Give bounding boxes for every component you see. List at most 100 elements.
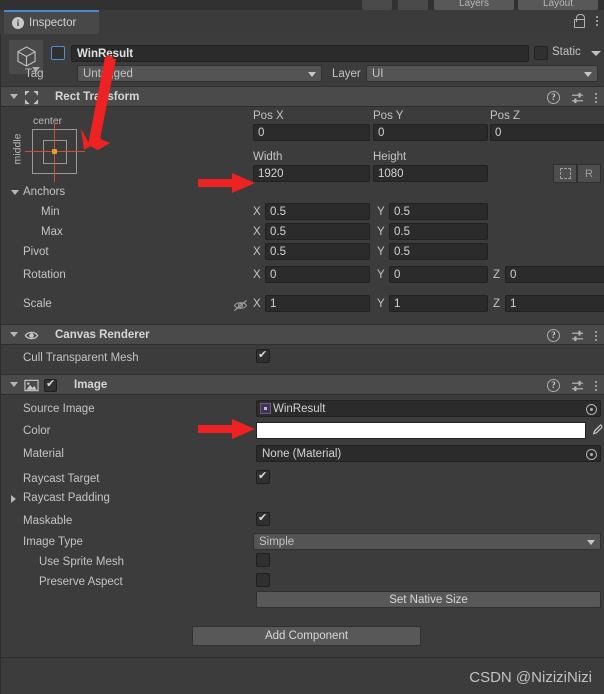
rotation-z-input[interactable]: 0 [505, 266, 604, 283]
image-enabled-checkbox[interactable]: ✔ [44, 378, 57, 392]
anchor-min-x-input[interactable]: 0.5 [265, 203, 370, 220]
inspector-tabbar: i Inspector [0, 10, 604, 34]
gameobject-name-input[interactable]: WinResult [71, 45, 529, 62]
kebab-menu-icon[interactable] [596, 15, 598, 26]
preset-settings-icon[interactable] [571, 330, 584, 342]
source-image-objectfield[interactable]: WinResult [256, 400, 601, 417]
pos-x-label: Pos X [253, 110, 284, 122]
blueprint-mode-button[interactable] [553, 164, 577, 183]
static-checkbox[interactable] [534, 46, 548, 60]
use-sprite-mesh-checkbox[interactable] [256, 553, 270, 567]
scale-y-input[interactable]: 1 [389, 295, 488, 312]
canvas-renderer-foldout-icon[interactable] [10, 332, 18, 337]
scale-y-axis: Y [377, 298, 385, 310]
raw-label: R [585, 167, 593, 180]
tab-inspector[interactable]: i Inspector [4, 10, 99, 34]
image-foldout-icon[interactable] [10, 382, 18, 387]
scale-x-input[interactable]: 1 [265, 295, 370, 312]
material-objectfield[interactable]: None (Material) [256, 445, 601, 462]
inspector-panel: WinResult Static Tag Untagged Layer UI R… [0, 34, 604, 658]
maskable-checkbox[interactable] [256, 511, 270, 526]
raycast-padding-foldout-icon[interactable] [11, 495, 16, 503]
image-type-value: Simple [259, 535, 295, 548]
pos-x-input[interactable]: 0 [253, 124, 370, 141]
preserve-aspect-label: Preserve Aspect [39, 576, 123, 588]
cull-transparent-mesh-label: Cull Transparent Mesh [23, 352, 139, 364]
layer-value: UI [372, 67, 384, 80]
tag-chevron-down-icon [308, 72, 316, 77]
pivot-x-input[interactable]: 0.5 [265, 243, 370, 260]
component-header-rect-transform[interactable]: Rect Transform ? [1, 86, 604, 107]
raw-edit-mode-button[interactable]: R [577, 164, 601, 183]
pos-z-input[interactable]: 0 [490, 124, 604, 141]
gameobject-name-value: WinResult [77, 47, 134, 60]
anchor-vertical-label: middle [11, 133, 24, 165]
rect-transform-kebab-icon[interactable] [595, 92, 597, 103]
scale-z-value: 1 [510, 297, 517, 310]
image-kebab-icon[interactable] [595, 380, 597, 391]
use-sprite-mesh-label: Use Sprite Mesh [39, 556, 125, 568]
eye-off-icon [233, 299, 248, 312]
pos-x-value: 0 [258, 126, 265, 139]
sprite-icon [260, 403, 271, 414]
cull-transparent-mesh-checkbox[interactable] [256, 348, 270, 363]
image-component-icon [24, 379, 39, 392]
anchors-label: Anchors [23, 186, 66, 198]
canvas-renderer-kebab-icon[interactable] [595, 330, 597, 341]
object-picker-icon[interactable] [586, 449, 597, 460]
anchor-max-x-input[interactable]: 0.5 [265, 223, 370, 240]
lock-icon[interactable] [573, 14, 585, 28]
tag-dropdown[interactable]: Untagged [77, 65, 322, 82]
width-input[interactable]: 1920 [253, 165, 370, 182]
add-component-button[interactable]: Add Component [192, 626, 421, 646]
rect-transform-body: center middle Pos X Pos Y Pos Z 0 0 0 Wi… [1, 107, 604, 295]
toolbar-rotate-button[interactable] [362, 0, 392, 10]
object-picker-icon[interactable] [586, 404, 597, 415]
scale-label: Scale [23, 298, 52, 310]
rotation-y-input[interactable]: 0 [389, 266, 488, 283]
preset-settings-icon[interactable] [571, 92, 584, 104]
pivot-y-input[interactable]: 0.5 [389, 243, 488, 260]
anchor-min-y-input[interactable]: 0.5 [389, 203, 488, 220]
component-header-canvas-renderer[interactable]: Canvas Renderer ? [1, 324, 604, 345]
gameobject-header: WinResult Static Tag Untagged Layer UI [1, 34, 604, 86]
unity-toolbar-strip: Layers Layout [0, 0, 604, 10]
help-icon[interactable]: ? [547, 329, 560, 342]
static-chevron-down-icon[interactable] [591, 51, 601, 56]
height-value: 1080 [378, 167, 404, 180]
toolbar-layout-label: Layout [542, 0, 574, 9]
anchor-max-y-input[interactable]: 0.5 [389, 223, 488, 240]
pos-y-label: Pos Y [373, 110, 404, 122]
set-native-size-button[interactable]: Set Native Size [256, 591, 601, 608]
anchor-max-x-axis: X [253, 226, 261, 238]
width-label: Width [253, 151, 283, 163]
anchor-min-y-value: 0.5 [394, 205, 410, 218]
component-header-image[interactable]: ✔ Image ? [1, 374, 604, 395]
preset-settings-icon[interactable] [571, 380, 584, 392]
scale-z-input[interactable]: 1 [505, 295, 604, 312]
eyedropper-icon[interactable] [590, 423, 603, 437]
layer-dropdown[interactable]: UI [366, 65, 598, 82]
rotation-z-value: 0 [510, 268, 517, 281]
toolbar-cloud-button[interactable] [398, 0, 428, 10]
raycast-target-checkbox[interactable] [256, 469, 270, 484]
preserve-aspect-checkbox[interactable] [256, 573, 270, 587]
toolbar-layout-dropdown[interactable]: Layout [518, 0, 598, 10]
rotation-x-input[interactable]: 0 [265, 266, 370, 283]
tab-inspector-label: Inspector [29, 17, 77, 29]
image-type-dropdown[interactable]: Simple [253, 533, 601, 550]
anchors-foldout-icon[interactable] [11, 190, 19, 195]
gameobject-active-checkbox[interactable] [51, 46, 65, 60]
tabbar-actions [573, 14, 598, 28]
toolbar-layers-dropdown[interactable]: Layers [434, 0, 514, 10]
canvas-renderer-title: Canvas Renderer [55, 328, 150, 341]
pos-z-label: Pos Z [490, 110, 521, 122]
help-icon[interactable]: ? [547, 379, 560, 392]
color-swatch[interactable] [256, 422, 586, 439]
pos-y-input[interactable]: 0 [373, 124, 488, 141]
pos-y-value: 0 [378, 126, 385, 139]
anchor-horizontal-label: center [33, 115, 63, 127]
height-input[interactable]: 1080 [373, 165, 488, 182]
help-icon[interactable]: ? [547, 91, 560, 104]
rect-transform-foldout-icon[interactable] [10, 94, 18, 99]
